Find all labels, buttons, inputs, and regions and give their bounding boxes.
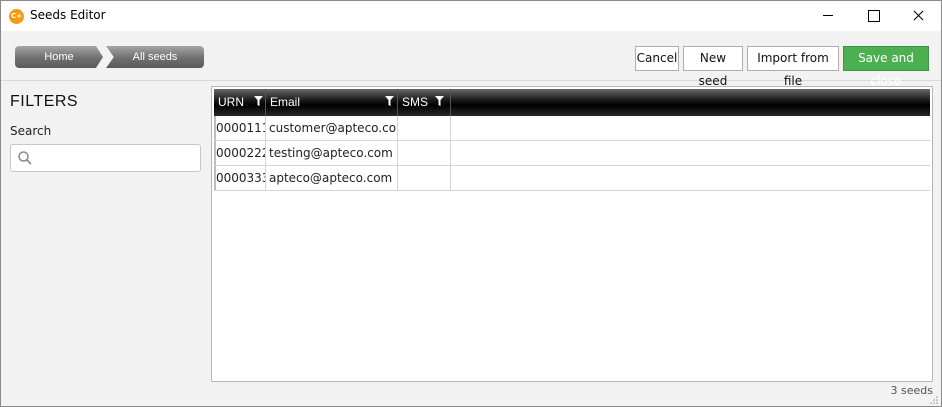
filter-icon[interactable]	[385, 96, 394, 106]
window-title: Seeds Editor	[30, 8, 106, 22]
filters-heading: FILTERS	[10, 93, 79, 110]
column-header-urn[interactable]: URN	[214, 89, 266, 116]
column-header-label: SMS	[402, 95, 429, 109]
column-header-sms[interactable]: SMS	[398, 89, 451, 116]
maximize-icon[interactable]	[851, 1, 897, 31]
column-header-email[interactable]: Email	[266, 89, 398, 116]
seeds-editor-window: C+ Seeds Editor Home All seeds Cancel Ne…	[0, 0, 942, 407]
seeds-grid: URN Email SMS 0000111 customer@apteco.co…	[211, 86, 933, 382]
cell-urn[interactable]: 0000111	[214, 116, 266, 140]
cell-email[interactable]: customer@apteco.com	[266, 116, 398, 140]
import-from-file-button[interactable]: Import from file	[747, 46, 839, 88]
filters-sidebar: FILTERS Search	[1, 82, 210, 406]
resize-grip-icon[interactable]	[929, 395, 939, 405]
new-seed-button[interactable]: New seed	[683, 46, 743, 88]
save-and-close-button[interactable]: Save and close	[843, 46, 929, 88]
cell-email[interactable]: testing@apteco.com	[266, 141, 398, 165]
filter-icon[interactable]	[435, 96, 444, 106]
search-label: Search	[10, 124, 52, 138]
cell-email[interactable]: apteco@apteco.com	[266, 166, 398, 190]
toolbar: Home All seeds Cancel New seed Import fr…	[1, 31, 941, 88]
search-input[interactable]	[37, 148, 197, 168]
cell-sms[interactable]	[398, 116, 451, 140]
cell-urn[interactable]: 0000222	[214, 141, 266, 165]
column-header-label: URN	[218, 95, 244, 109]
cancel-button[interactable]: Cancel	[635, 46, 679, 71]
cell-urn[interactable]: 0000333	[214, 166, 266, 190]
title-bar: C+ Seeds Editor	[1, 1, 941, 31]
filter-icon[interactable]	[254, 96, 263, 106]
search-icon	[18, 151, 32, 165]
search-box[interactable]	[10, 144, 201, 172]
cell-sms[interactable]	[398, 141, 451, 165]
table-row[interactable]: 0000333 apteco@apteco.com	[214, 166, 930, 191]
close-icon[interactable]	[896, 1, 942, 31]
seed-count-status: 3 seeds	[890, 384, 933, 397]
grid-header: URN Email SMS	[214, 89, 930, 116]
cell-sms[interactable]	[398, 166, 451, 190]
table-row[interactable]: 0000222 testing@apteco.com	[214, 141, 930, 166]
table-row[interactable]: 0000111 customer@apteco.com	[214, 116, 930, 141]
column-header-label: Email	[270, 95, 301, 109]
app-icon: C+	[9, 9, 24, 24]
breadcrumb-home[interactable]: Home	[15, 46, 103, 68]
minimize-icon[interactable]	[805, 1, 851, 31]
breadcrumb-all-seeds[interactable]: All seeds	[106, 46, 204, 68]
